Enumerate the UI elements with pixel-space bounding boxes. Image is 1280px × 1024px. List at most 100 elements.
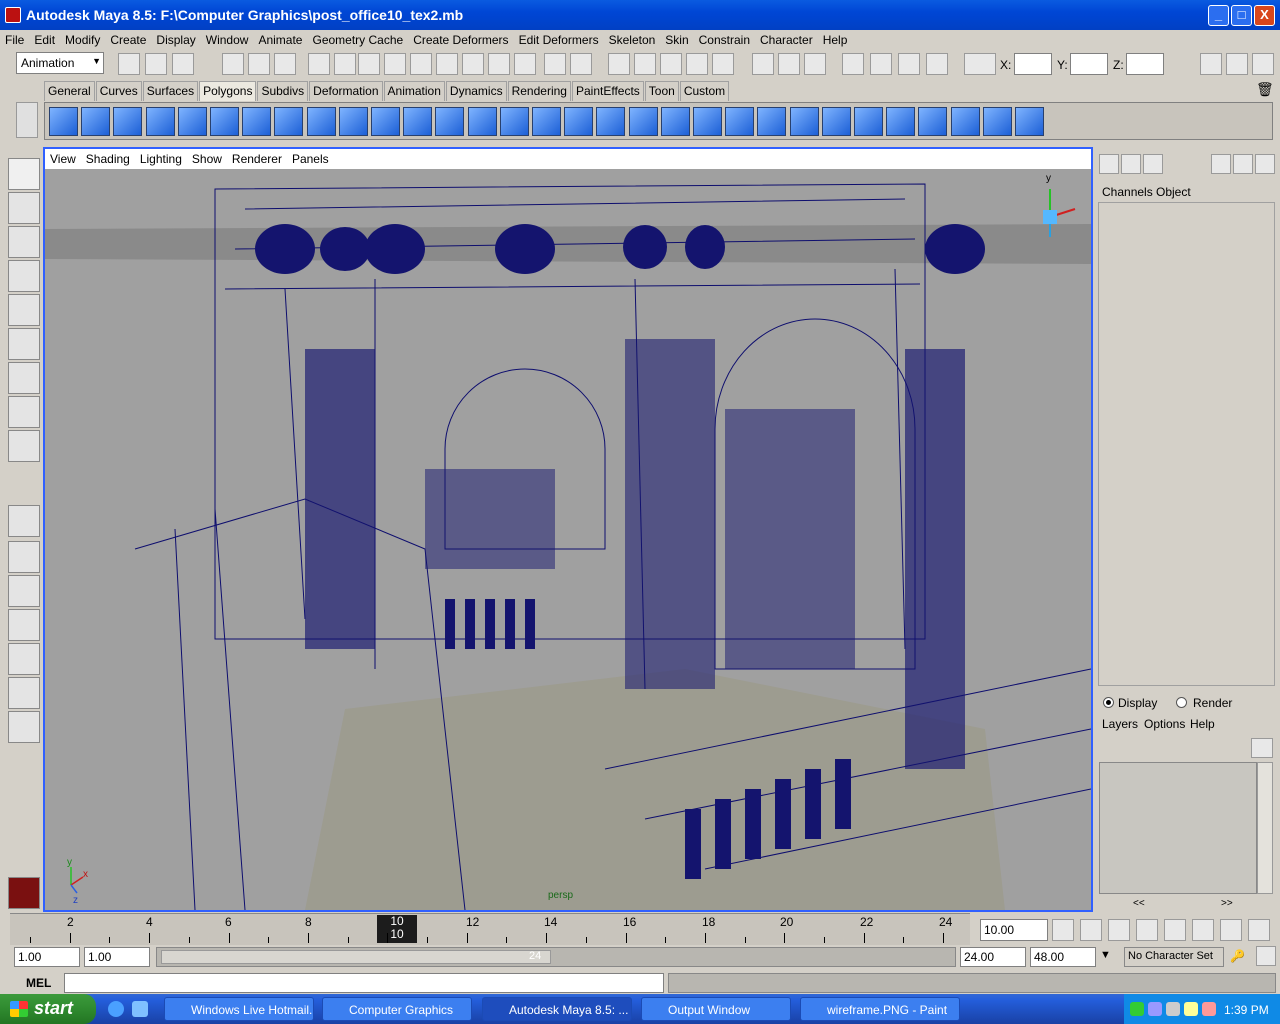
misc-icon[interactable] bbox=[514, 53, 536, 75]
move-tool-icon[interactable] bbox=[8, 260, 40, 292]
viewport-menu-lighting[interactable]: Lighting bbox=[135, 152, 187, 166]
go-to-end-icon[interactable] bbox=[1248, 919, 1270, 941]
current-frame-marker[interactable]: 10 10 bbox=[377, 915, 417, 943]
persp-outliner-layout-icon[interactable] bbox=[8, 575, 40, 607]
tab-surfaces[interactable]: Surfaces bbox=[142, 81, 199, 101]
step-forward-key-icon[interactable] bbox=[1192, 919, 1214, 941]
shelf-tool-icon[interactable] bbox=[371, 107, 400, 136]
step-back-frame-icon[interactable] bbox=[1080, 919, 1102, 941]
absolute-transform-icon[interactable] bbox=[964, 53, 996, 75]
single-perspective-layout-icon[interactable] bbox=[8, 505, 40, 537]
viewport-menu-show[interactable]: Show bbox=[187, 152, 227, 166]
shelf-tool-icon[interactable] bbox=[242, 107, 272, 136]
deformations-icon[interactable] bbox=[436, 53, 458, 75]
create-layer-icon[interactable] bbox=[1251, 738, 1273, 758]
character-icon[interactable] bbox=[1211, 154, 1231, 174]
menu-edit[interactable]: Edit bbox=[29, 33, 60, 47]
paint-icon[interactable] bbox=[1255, 154, 1275, 174]
go-to-start-icon[interactable] bbox=[1052, 919, 1074, 941]
menu-geometry-cache[interactable]: Geometry Cache bbox=[307, 33, 408, 47]
menu-skeleton[interactable]: Skeleton bbox=[604, 33, 661, 47]
viewport-menu-shading[interactable]: Shading bbox=[81, 152, 135, 166]
shelf-tool-icon[interactable] bbox=[145, 107, 175, 136]
layer-editor-icon[interactable] bbox=[1121, 154, 1141, 174]
shelf-tool-icon[interactable] bbox=[918, 107, 948, 136]
shelf-tool-icon[interactable] bbox=[338, 107, 368, 136]
snap-curve-icon[interactable] bbox=[634, 53, 656, 75]
tab-general[interactable]: General bbox=[44, 81, 95, 101]
mask-menu-icon[interactable] bbox=[308, 53, 330, 75]
output-ops-icon[interactable] bbox=[778, 53, 800, 75]
menu-constrain[interactable]: Constrain bbox=[694, 33, 755, 47]
shelf-tool-icon[interactable] bbox=[306, 107, 336, 136]
lock-selection-icon[interactable] bbox=[544, 53, 566, 75]
show-manipulator-icon[interactable] bbox=[8, 430, 40, 462]
time-slider[interactable]: 2 4 6 8 12 14 16 18 20 22 24 10 10 bbox=[10, 913, 970, 945]
security-icon[interactable] bbox=[1184, 1002, 1198, 1016]
shelf-tool-icon[interactable] bbox=[789, 107, 819, 136]
y-field[interactable] bbox=[1070, 53, 1108, 75]
shelf-tool-icon[interactable] bbox=[274, 107, 304, 136]
four-view-layout-icon[interactable] bbox=[8, 541, 40, 573]
shelf-tool-icon[interactable] bbox=[886, 107, 916, 136]
shading-ball-icon[interactable] bbox=[1233, 154, 1253, 174]
paint-select-tool-icon[interactable] bbox=[8, 226, 40, 258]
antivirus-icon[interactable] bbox=[1202, 1002, 1216, 1016]
open-scene-icon[interactable] bbox=[145, 53, 167, 75]
display-radio[interactable] bbox=[1103, 697, 1114, 708]
character-set-chevron-icon[interactable]: ▼ bbox=[1100, 949, 1111, 961]
internet-explorer-icon[interactable] bbox=[108, 1001, 124, 1017]
render-settings-icon[interactable] bbox=[926, 53, 948, 75]
viewport-menu-view[interactable]: View bbox=[45, 152, 81, 166]
shelf-tool-icon[interactable] bbox=[660, 107, 690, 136]
construction-history-icon[interactable] bbox=[804, 53, 826, 75]
perspective-viewport[interactable]: View Shading Lighting Show Renderer Pane… bbox=[43, 147, 1093, 912]
input-ops-icon[interactable] bbox=[752, 53, 774, 75]
z-field[interactable] bbox=[1126, 53, 1164, 75]
shelf-tool-icon[interactable] bbox=[757, 107, 787, 136]
tab-subdivs[interactable]: Subdivs bbox=[257, 81, 309, 101]
snap-point-icon[interactable] bbox=[660, 53, 682, 75]
current-time-field[interactable]: 10.00 bbox=[980, 919, 1048, 941]
shelf-tool-icon[interactable] bbox=[725, 107, 755, 136]
maya-app-icon[interactable] bbox=[5, 7, 21, 23]
task-maya[interactable]: Autodesk Maya 8.5: ... bbox=[482, 997, 632, 1021]
make-live-icon[interactable] bbox=[712, 53, 734, 75]
menu-create[interactable]: Create bbox=[105, 33, 151, 47]
new-scene-icon[interactable] bbox=[118, 53, 140, 75]
tab-painteffects[interactable]: PaintEffects bbox=[571, 81, 644, 101]
select-tool-icon[interactable] bbox=[8, 158, 40, 190]
playback-end-field[interactable]: 24.00 bbox=[960, 947, 1026, 967]
menu-window[interactable]: Window bbox=[201, 33, 254, 47]
snap-view-plane-icon[interactable] bbox=[686, 53, 708, 75]
viewport-menu-panels[interactable]: Panels bbox=[287, 152, 334, 166]
tab-custom[interactable]: Custom bbox=[679, 81, 730, 101]
shelf-tool-icon[interactable] bbox=[81, 107, 111, 136]
highlight-selection-icon[interactable] bbox=[570, 53, 592, 75]
task-computer-graphics[interactable]: Computer Graphics bbox=[322, 997, 472, 1021]
tab-polygons[interactable]: Polygons bbox=[199, 81, 257, 101]
hypershade-layout-icon[interactable] bbox=[8, 643, 40, 675]
soft-modification-icon[interactable] bbox=[8, 396, 40, 428]
shelf-tool-icon[interactable] bbox=[532, 107, 561, 136]
volume-icon[interactable] bbox=[1166, 1002, 1180, 1016]
object-menu[interactable]: Object bbox=[1156, 185, 1191, 199]
layer-scrollbar[interactable] bbox=[1257, 762, 1273, 894]
channels-menu[interactable]: Channels bbox=[1102, 185, 1153, 199]
tab-deformation[interactable]: Deformation bbox=[309, 81, 383, 101]
channel-box-toggle-icon[interactable] bbox=[1252, 53, 1274, 75]
dynamics-icon[interactable] bbox=[462, 53, 484, 75]
shelf-tool-icon[interactable] bbox=[210, 107, 239, 136]
step-back-key-icon[interactable] bbox=[1108, 919, 1130, 941]
handles-icon[interactable] bbox=[334, 53, 356, 75]
shelf-tool-icon[interactable] bbox=[693, 107, 722, 136]
task-output-window[interactable]: Output Window bbox=[641, 997, 791, 1021]
persp-graph-hypershade-layout-icon[interactable] bbox=[8, 677, 40, 709]
select-hierarchy-icon[interactable] bbox=[222, 53, 244, 75]
render-view-icon[interactable] bbox=[842, 53, 864, 75]
character-set-menu[interactable]: No Character Set bbox=[1124, 947, 1224, 967]
shelf-menu-icon[interactable] bbox=[16, 102, 38, 138]
start-time-field[interactable]: 1.00 bbox=[14, 947, 80, 967]
shelf-tool-icon[interactable] bbox=[982, 107, 1012, 136]
select-component-icon[interactable] bbox=[274, 53, 296, 75]
